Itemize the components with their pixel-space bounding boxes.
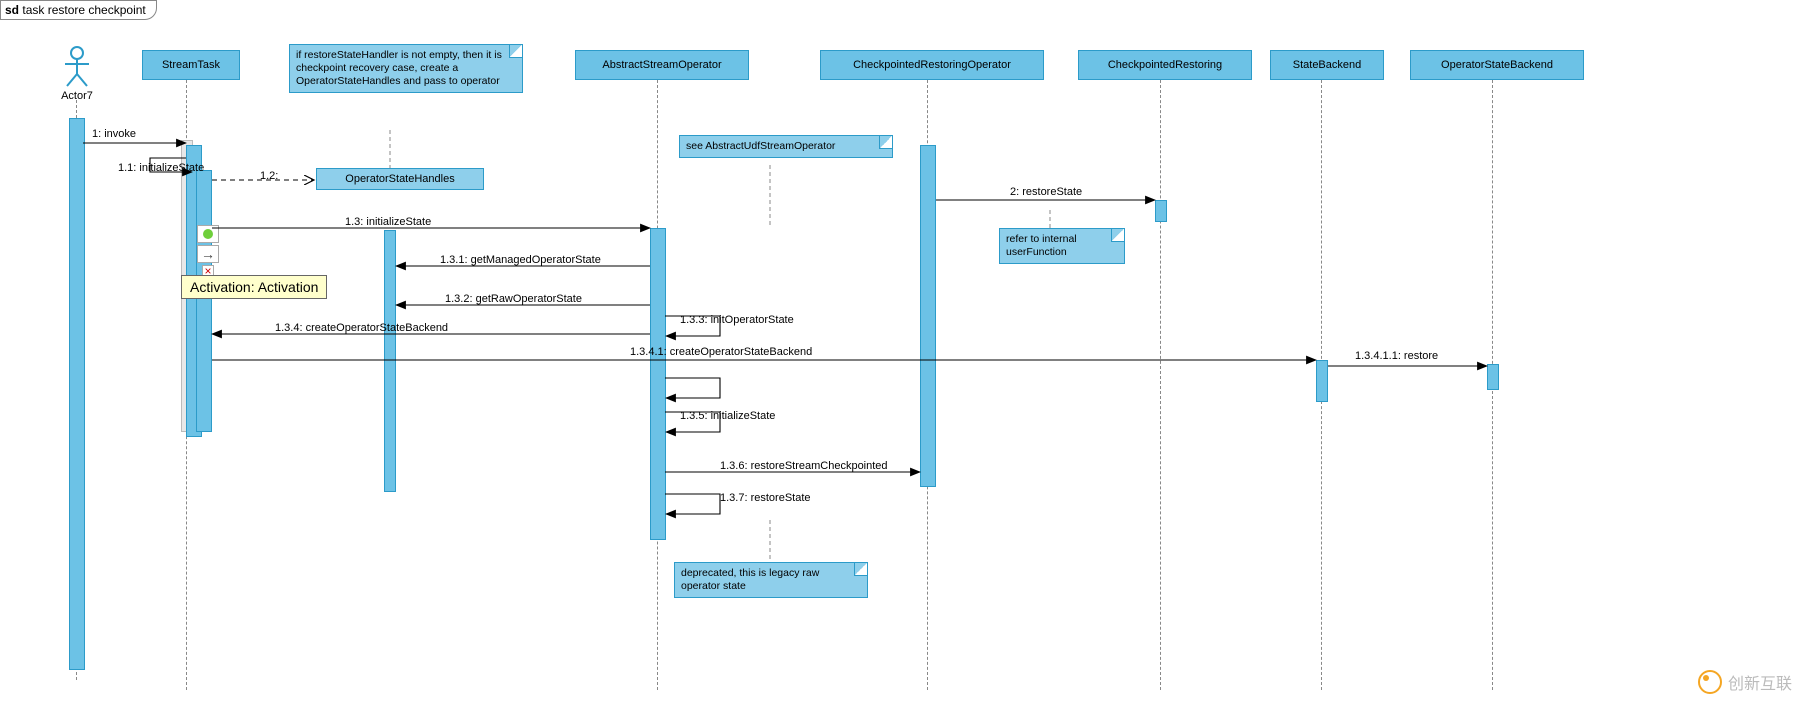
participant-operatorstatebackend: OperatorStateBackend <box>1410 50 1584 80</box>
watermark: 创新互联 <box>1698 670 1792 694</box>
activation-checkpointedrestoring <box>1155 200 1167 222</box>
activation-icon-arrow <box>197 245 219 263</box>
activation-checkpointedrestoringoperator <box>920 145 936 487</box>
msg-1-3-5: 1.3.5: initializeState <box>680 410 775 422</box>
msg-2: 2: restoreState <box>1010 186 1082 198</box>
msg-1: 1: invoke <box>92 128 136 140</box>
activation-icon-green <box>197 225 219 243</box>
activation-statebackend <box>1316 360 1328 402</box>
activation-actor <box>69 118 85 670</box>
actor-label: Actor7 <box>57 90 97 102</box>
activation-operatorstatehandles <box>384 230 396 492</box>
activation-icons <box>197 225 219 279</box>
frame-prefix: sd <box>5 3 19 17</box>
watermark-text: 创新互联 <box>1728 670 1792 694</box>
frame-tab: sd task restore checkpoint <box>0 0 157 20</box>
participant-statebackend: StateBackend <box>1270 50 1384 80</box>
note-refer-internal: refer to internal userFunction <box>999 228 1125 264</box>
participant-checkpointedrestoringoperator: CheckpointedRestoringOperator <box>820 50 1044 80</box>
msg-1-3-4-1-1: 1.3.4.1.1: restore <box>1355 350 1438 362</box>
actor-actor7: Actor7 <box>57 46 97 102</box>
msg-1-3-4: 1.3.4: createOperatorStateBackend <box>275 322 448 334</box>
actor-icon <box>63 46 91 88</box>
watermark-logo-icon <box>1698 670 1722 694</box>
participant-checkpointedrestoring: CheckpointedRestoring <box>1078 50 1252 80</box>
note-see-abstract: see AbstractUdfStreamOperator <box>679 135 893 158</box>
msg-1-1: 1.1: initializeState <box>118 162 204 174</box>
note-recovery: if restoreStateHandler is not empty, the… <box>289 44 523 93</box>
participant-streamtask: StreamTask <box>142 50 240 80</box>
note-deprecated: deprecated, this is legacy raw operator … <box>674 562 868 598</box>
object-operatorstatehandles: OperatorStateHandles <box>316 168 484 190</box>
arrows-layer <box>0 0 1804 704</box>
msg-1-2: 1.2: <box>260 170 278 182</box>
participant-abstractstreamoperator: AbstractStreamOperator <box>575 50 749 80</box>
msg-1-3: 1.3: initializeState <box>345 216 431 228</box>
msg-1-3-1: 1.3.1: getManagedOperatorState <box>440 254 601 266</box>
msg-1-3-2: 1.3.2: getRawOperatorState <box>445 293 582 305</box>
activation-streamtask-inner <box>196 170 212 432</box>
msg-1-3-7: 1.3.7: restoreState <box>720 492 811 504</box>
lifeline-checkpointedrestoring <box>1160 80 1161 690</box>
frame-title: task restore checkpoint <box>22 3 145 17</box>
msg-1-3-4-1: 1.3.4.1: createOperatorStateBackend <box>630 346 812 358</box>
msg-1-3-3: 1.3.3: initOperatorState <box>680 314 794 326</box>
activation-abstractstreamoperator <box>650 228 666 540</box>
activation-operatorstatebackend <box>1487 364 1499 390</box>
msg-1-3-6: 1.3.6: restoreStreamCheckpointed <box>720 460 888 472</box>
tooltip-activation: Activation: Activation <box>181 275 327 299</box>
